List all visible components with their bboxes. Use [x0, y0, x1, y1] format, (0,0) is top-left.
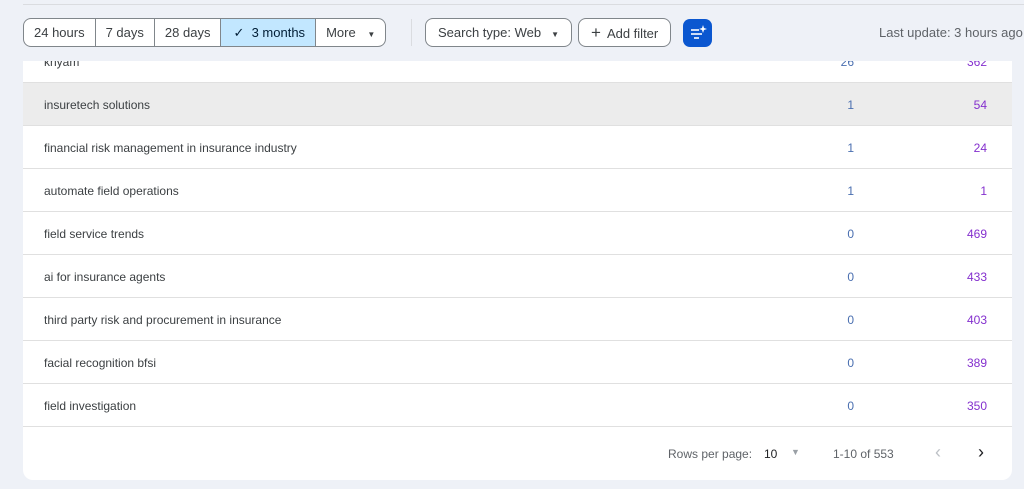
add-filter-button[interactable]: + Add filter — [578, 18, 672, 47]
query-text: field service trends — [44, 227, 145, 241]
query-text: third party risk and procurement in insu… — [44, 313, 282, 327]
divider — [411, 19, 412, 46]
more-button[interactable]: More ▼ — [316, 19, 385, 46]
impressions-value: 433 — [966, 270, 987, 284]
pagination: Rows per page: 10 ▼ 1-10 of 553 ‹ › — [23, 433, 1012, 480]
table-row[interactable]: third party risk and procurement in insu… — [23, 298, 1012, 341]
date-range-selector: 24 hours 7 days 28 days ✓ 3 months More … — [23, 18, 387, 47]
table-row[interactable]: ai for insurance agents 0 433 — [23, 255, 1012, 298]
query-text: financial risk management in insurance i… — [44, 141, 297, 155]
next-page-icon[interactable]: › — [978, 442, 984, 463]
rows-per-page-select[interactable]: 10 — [764, 447, 777, 461]
check-icon: ✓ — [233, 25, 252, 40]
page-range: 1-10 of 553 — [833, 447, 894, 461]
query-text: ai for insurance agents — [44, 270, 166, 284]
impressions-value: 403 — [966, 313, 987, 327]
clicks-value: 1 — [847, 98, 854, 112]
range-3-months[interactable]: ✓ 3 months — [221, 19, 317, 46]
query-text: facial recognition bfsi — [44, 356, 157, 370]
dropdown-arrow-icon: ▼ — [367, 30, 376, 39]
query-text: automate field operations — [44, 184, 179, 198]
table-row[interactable]: financial risk management in insurance i… — [23, 126, 1012, 169]
more-label: More — [326, 25, 356, 40]
table-row[interactable]: field investigation 0 350 — [23, 384, 1012, 427]
clicks-value: 0 — [847, 313, 854, 327]
divider — [23, 4, 1024, 5]
clicks-value: 0 — [847, 399, 854, 413]
clicks-value: 1 — [847, 141, 854, 155]
impressions-value: 469 — [966, 227, 987, 241]
clicks-value: 0 — [847, 356, 854, 370]
table-row[interactable]: insuretech solutions 1 54 — [23, 83, 1012, 126]
table-row[interactable]: field service trends 0 469 — [23, 212, 1012, 255]
clicks-value: 0 — [847, 227, 854, 241]
clicks-value: 0 — [847, 270, 854, 284]
dropdown-arrow-icon[interactable]: ▼ — [791, 447, 800, 457]
plus-icon: + — [591, 23, 601, 42]
dropdown-arrow-icon: ▼ — [551, 30, 560, 39]
impressions-value: 1 — [980, 184, 987, 198]
search-type-label: Search type: Web — [438, 25, 542, 40]
range-24-hours[interactable]: 24 hours — [24, 19, 96, 46]
add-filter-label: Add filter — [606, 26, 659, 41]
query-text: field investigation — [44, 399, 137, 413]
filter-sparkle-icon — [691, 25, 707, 39]
impressions-value: 350 — [966, 399, 987, 413]
table-row[interactable]: automate field operations 1 1 — [23, 169, 1012, 212]
prev-page-icon[interactable]: ‹ — [935, 442, 941, 463]
range-label: 3 months — [251, 25, 306, 40]
search-type-button[interactable]: Search type: Web ▼ — [425, 18, 573, 47]
queries-table: khyam 26 362 insuretech solutions 1 54 financi… — [23, 40, 1012, 480]
rows-per-page-label: Rows per page: — [668, 447, 753, 461]
query-text: insuretech solutions — [44, 98, 151, 112]
impressions-value: 389 — [966, 356, 987, 370]
filter-sparkle-button[interactable] — [683, 19, 712, 47]
impressions-value: 24 — [973, 141, 987, 155]
range-28-days[interactable]: 28 days — [155, 19, 222, 46]
impressions-value: 54 — [973, 98, 987, 112]
table-row[interactable]: facial recognition bfsi 0 389 — [23, 341, 1012, 384]
last-update: Last update: 3 hours ago — [879, 25, 1023, 40]
toolbar: 24 hours 7 days 28 days ✓ 3 months More … — [0, 0, 1024, 61]
range-7-days[interactable]: 7 days — [96, 19, 155, 46]
clicks-value: 1 — [847, 184, 854, 198]
